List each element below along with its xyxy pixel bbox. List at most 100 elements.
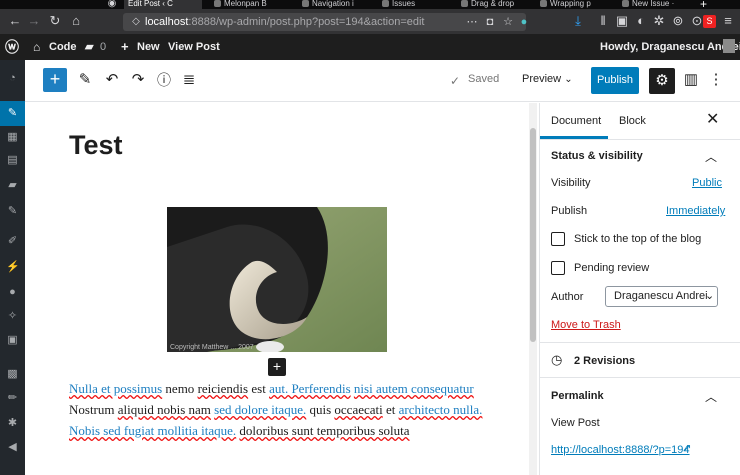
browser-tab[interactable]: Issues bbox=[378, 0, 450, 9]
tab-favicon-icon bbox=[540, 0, 547, 7]
extension-icon[interactable]: S bbox=[703, 15, 716, 28]
add-block-button[interactable]: + bbox=[43, 68, 67, 92]
visibility-toggle-link[interactable]: Public bbox=[692, 177, 722, 189]
more-options-icon[interactable]: ⋮ bbox=[706, 70, 726, 90]
shield-icon[interactable]: ◇ bbox=[128, 14, 144, 30]
browser-tab-active[interactable]: Edit Post ‹ C bbox=[124, 0, 202, 9]
tab-favicon-icon bbox=[461, 0, 468, 7]
comments-icon[interactable]: ▰ bbox=[85, 34, 93, 60]
tab-label: Issues bbox=[392, 0, 416, 8]
appearance-brush-icon[interactable]: ✐ bbox=[6, 235, 19, 248]
site-name-link[interactable]: Code bbox=[49, 34, 77, 60]
comments-count[interactable]: 0 bbox=[100, 34, 106, 60]
paragraph-link[interactable]: Nulla et possimus bbox=[69, 381, 162, 396]
redo-icon[interactable]: ↷ bbox=[128, 70, 148, 90]
download-icon[interactable]: ⤓ bbox=[570, 13, 586, 29]
menu-icon[interactable]: ≡ bbox=[720, 13, 736, 29]
paragraph-block[interactable]: Nulla et possimus nemo reiciendis est au… bbox=[69, 378, 489, 441]
undo-icon[interactable]: ↶ bbox=[102, 70, 122, 90]
settings-gear-icon[interactable]: ⚙ bbox=[649, 68, 675, 94]
browser-tab[interactable]: Melonpan B bbox=[210, 0, 296, 9]
paragraph-text: doloribus sunt temporibus soluta bbox=[239, 423, 410, 438]
editor-scrollbar-thumb[interactable] bbox=[530, 128, 536, 342]
dashboard-icon[interactable]: ◔ bbox=[6, 72, 19, 85]
settings-icon[interactable]: ▣ bbox=[6, 334, 19, 347]
block-inserter-plus-icon[interactable]: + bbox=[268, 358, 286, 376]
divider bbox=[540, 377, 740, 378]
divider bbox=[540, 139, 740, 140]
view-post-link[interactable]: View Post bbox=[168, 34, 220, 60]
library-icon[interactable]: ‖ bbox=[595, 13, 611, 29]
new-content-link[interactable]: New bbox=[137, 34, 160, 60]
avatar[interactable] bbox=[723, 39, 735, 53]
chevron-up-icon[interactable]: ︿ bbox=[705, 148, 717, 165]
pending-review-checkbox[interactable] bbox=[551, 261, 565, 275]
status-visibility-heading[interactable]: Status & visibility bbox=[551, 150, 643, 162]
close-icon[interactable]: ✕ bbox=[706, 112, 719, 128]
permalink-url-link[interactable]: http://localhost:8888/?p=194 bbox=[551, 444, 690, 456]
pages-icon[interactable]: ▤ bbox=[6, 154, 19, 167]
paragraph-link[interactable]: sed dolore itaque. bbox=[214, 402, 306, 417]
posts-pin-icon[interactable]: ✎ bbox=[6, 107, 19, 120]
block-layout-icon[interactable]: ▥ bbox=[681, 70, 701, 90]
external-link-icon[interactable]: ↗ bbox=[683, 443, 691, 454]
extension-icon[interactable]: ● bbox=[516, 14, 532, 30]
more-dots-icon[interactable]: ⋯ bbox=[464, 14, 480, 30]
paragraph-link[interactable]: aut. Perferendis bbox=[269, 381, 351, 396]
tab-block[interactable]: Block bbox=[619, 103, 646, 139]
url-host: localhost bbox=[145, 16, 189, 28]
plugins-icon[interactable]: ⚡ bbox=[6, 261, 20, 274]
media-icon[interactable]: ▦ bbox=[6, 131, 19, 144]
back-icon[interactable]: ← bbox=[7, 13, 23, 29]
info-icon[interactable]: ⓘ bbox=[154, 70, 174, 90]
bookmark-star-icon[interactable]: ☆ bbox=[500, 14, 516, 30]
stick-to-top-checkbox[interactable] bbox=[551, 232, 565, 246]
sidebar-icon[interactable]: ▣ bbox=[614, 13, 630, 29]
tools-pencil-icon[interactable]: ✎ bbox=[75, 70, 95, 90]
paragraph-text: aliquid nobis nam bbox=[117, 402, 211, 417]
paragraph-link[interactable]: nisi autem consequatur bbox=[354, 381, 474, 396]
musk-ox-image: Copyright Matthew ... 2007 bbox=[167, 207, 387, 352]
preview-button[interactable]: Preview ⌄ bbox=[522, 73, 573, 85]
revisions-history-icon: ◷ bbox=[551, 352, 563, 367]
browser-tab[interactable]: Navigation i bbox=[298, 0, 374, 9]
collapse-menu-icon[interactable]: ◀ bbox=[6, 441, 19, 454]
pin-icon[interactable]: ✎ bbox=[6, 205, 19, 218]
browser-tab[interactable]: Wrapping p bbox=[536, 0, 614, 9]
forward-icon[interactable]: → bbox=[26, 13, 42, 29]
move-to-trash-link[interactable]: Move to Trash bbox=[551, 319, 621, 331]
reload-icon[interactable]: ↻ bbox=[47, 13, 63, 29]
post-title[interactable]: Test bbox=[69, 130, 123, 161]
accessibility-icon[interactable]: ✱ bbox=[6, 417, 19, 430]
tab-label: Wrapping p bbox=[550, 0, 591, 8]
url-path: :8888/wp-admin/post.php?post=194&action=… bbox=[188, 16, 425, 28]
home-icon[interactable]: ⌂ bbox=[33, 34, 40, 60]
wordpress-logo-icon[interactable]: ⓦ bbox=[5, 34, 19, 60]
paragraph-text: occaecati bbox=[334, 402, 383, 417]
chevron-up-icon[interactable]: ︿ bbox=[705, 388, 717, 405]
url-text: localhost:8888/wp-admin/post.php?post=19… bbox=[145, 15, 424, 29]
publish-button[interactable]: Publish bbox=[591, 67, 639, 94]
plus-icon[interactable]: + bbox=[121, 34, 129, 60]
extension-icon[interactable]: ⊚ bbox=[670, 13, 686, 29]
grid-icon[interactable]: ▩ bbox=[6, 368, 19, 381]
new-tab-button[interactable]: + bbox=[696, 0, 712, 9]
image-watermark: Copyright Matthew ... 2007 bbox=[170, 344, 254, 351]
revisions-link[interactable]: 2 Revisions bbox=[574, 355, 635, 367]
publish-date-link[interactable]: Immediately bbox=[666, 205, 725, 217]
comments-icon[interactable]: ▰ bbox=[6, 179, 19, 192]
pocket-icon[interactable]: ◘ bbox=[482, 14, 498, 30]
account-link[interactable]: Howdy, Draganescu Andrei bbox=[600, 34, 740, 60]
users-icon[interactable]: ● bbox=[6, 286, 19, 299]
tools-wrench-icon[interactable]: ✧ bbox=[6, 310, 19, 323]
pencil-icon[interactable]: ✏ bbox=[6, 392, 19, 405]
post-image-block[interactable]: Copyright Matthew ... 2007 bbox=[167, 207, 387, 352]
browser-tab[interactable]: Drag & drop bbox=[457, 0, 529, 9]
extension-icon[interactable]: ◐ bbox=[633, 13, 649, 29]
block-navigation-list-icon[interactable]: ≣ bbox=[179, 70, 199, 90]
home-icon[interactable]: ⌂ bbox=[68, 13, 84, 29]
browser-tab[interactable]: New Issue · bbox=[618, 0, 690, 9]
extension-icon[interactable]: ✲ bbox=[651, 13, 667, 29]
permalink-heading[interactable]: Permalink bbox=[551, 390, 604, 402]
tab-document[interactable]: Document bbox=[551, 103, 601, 139]
